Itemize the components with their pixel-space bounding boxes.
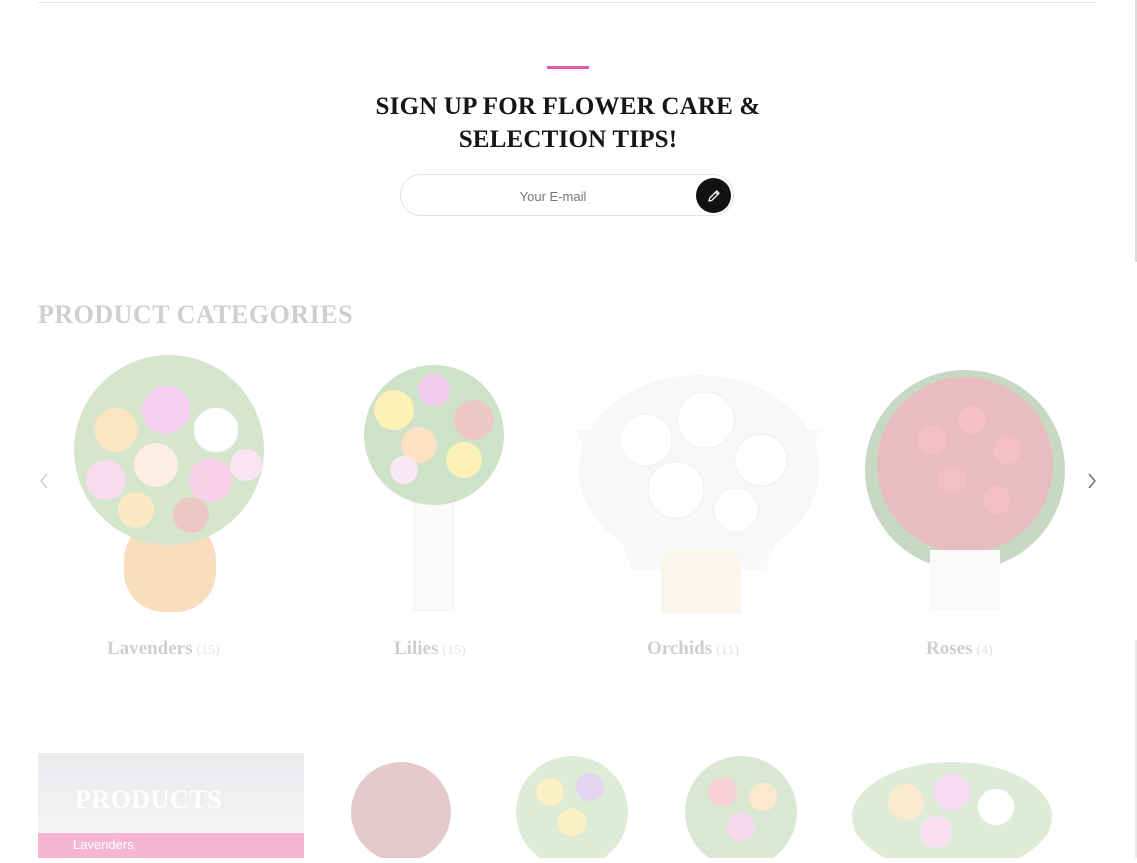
section-title-categories: PRODUCT CATEGORIES — [38, 300, 354, 329]
product-thumb[interactable] — [346, 752, 456, 863]
category-name: Orchids — [647, 638, 713, 659]
bouquet-image — [364, 365, 504, 611]
pencil-icon — [707, 189, 720, 202]
category-name: Roses — [926, 638, 973, 659]
category-card-lavenders[interactable] — [46, 350, 292, 618]
bouquet-image — [516, 756, 628, 863]
products-sub-item[interactable]: Lavenders — [38, 833, 304, 858]
category-name: Lavenders — [107, 638, 193, 659]
email-input[interactable] — [421, 184, 685, 208]
products-title: PRODUCTS — [75, 785, 223, 814]
bouquet-image — [576, 375, 822, 614]
category-card-orchids[interactable] — [566, 350, 832, 618]
category-label-lilies[interactable]: Lilies (15) — [394, 638, 466, 660]
carousel-next-button[interactable] — [1084, 470, 1100, 492]
product-thumb[interactable] — [846, 752, 1058, 863]
category-label-orchids[interactable]: Orchids (11) — [647, 638, 739, 660]
bouquet-image — [852, 762, 1052, 863]
accent-line — [547, 66, 589, 69]
newsletter-title: SIGN UP FOR FLOWER CARE & SELECTION TIPS… — [375, 93, 761, 153]
category-card-lilies[interactable] — [354, 350, 514, 618]
bouquet-image — [74, 355, 264, 612]
top-divider — [38, 2, 1096, 3]
category-count: (15) — [196, 643, 220, 658]
category-name: Lilies — [394, 638, 439, 659]
products-sub-item-label: Lavenders — [73, 837, 134, 852]
bouquet-image — [685, 756, 797, 863]
newsletter-form — [400, 174, 734, 216]
category-card-roses[interactable] — [862, 350, 1068, 618]
product-thumb[interactable] — [678, 752, 804, 863]
bouquet-image — [351, 762, 451, 862]
products-sidebar: PRODUCTS Lavenders — [38, 753, 304, 858]
product-thumb[interactable] — [510, 752, 634, 863]
category-count: (15) — [442, 643, 466, 658]
category-label-lavenders[interactable]: Lavenders (15) — [107, 638, 220, 660]
bouquet-image — [865, 370, 1065, 610]
category-label-roses[interactable]: Roses (4) — [926, 638, 993, 660]
category-count: (4) — [976, 643, 993, 658]
submit-button[interactable] — [696, 178, 731, 213]
chevron-right-icon — [1088, 473, 1097, 489]
category-count: (11) — [716, 643, 739, 658]
